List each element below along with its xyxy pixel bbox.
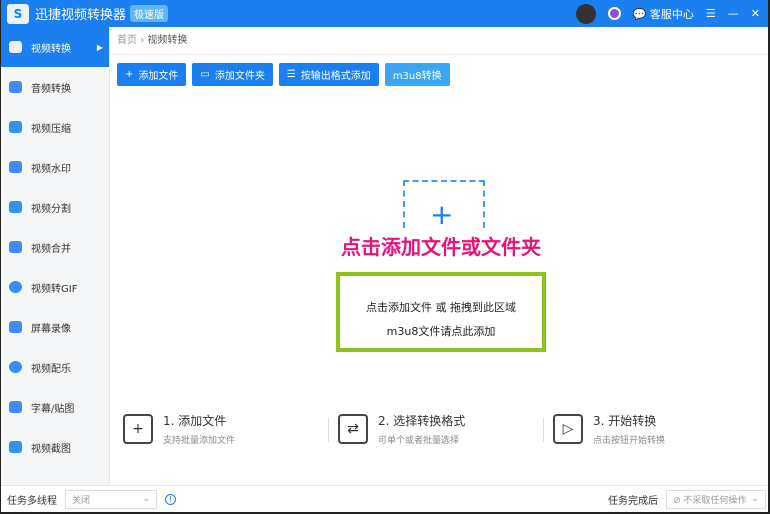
m3u8-convert-button[interactable]: m3u8转换 bbox=[384, 63, 450, 86]
add-file-button[interactable]: + 添加文件 bbox=[117, 63, 187, 86]
list-icon: ☰ bbox=[286, 69, 296, 80]
step-desc: 支持批量添加文件 bbox=[163, 436, 236, 446]
drop-hint-line1: 点击添加文件 或 拖拽到此区域 bbox=[366, 301, 516, 314]
split-icon bbox=[9, 201, 22, 213]
sidebar-item-label: 屏幕录像 bbox=[31, 323, 71, 335]
sidebar-item-label: 视频分割 bbox=[31, 203, 71, 215]
sidebar-item-label: 视频水印 bbox=[31, 163, 71, 175]
avatar[interactable] bbox=[575, 3, 596, 24]
sidebar-item-video-to-gif[interactable]: 视频转GIF bbox=[1, 267, 109, 307]
sidebar-item-label: 字幕/贴图 bbox=[31, 403, 75, 415]
music-icon bbox=[9, 361, 22, 373]
sidebar-item-label: 视频合并 bbox=[31, 243, 71, 255]
sidebar-item-video-merge[interactable]: 视频合并 bbox=[1, 227, 109, 267]
subtitle-icon bbox=[9, 401, 22, 413]
step-add-file: +1. 添加文件支持批量添加文件 bbox=[123, 412, 338, 446]
add-folder-button[interactable]: ▭ 添加文件夹 bbox=[192, 63, 273, 86]
chevron-down-icon: ⌄ bbox=[142, 494, 150, 504]
sidebar-item-audio-convert[interactable]: 音频转换 bbox=[1, 67, 109, 107]
merge-icon bbox=[9, 241, 22, 253]
sidebar-item-subtitle-sticker[interactable]: 字幕/贴图 bbox=[1, 387, 109, 427]
add-file-label: 添加文件 bbox=[138, 71, 179, 82]
divider bbox=[543, 418, 544, 442]
sidebar-item-label: 音频转换 bbox=[31, 83, 71, 95]
drop-hint-box[interactable]: 点击添加文件 或 拖拽到此区域 m3u8文件请点此添加 bbox=[336, 272, 546, 352]
compress-icon bbox=[9, 121, 22, 133]
breadcrumb-current: 视频转换 bbox=[147, 35, 188, 46]
video-convert-icon bbox=[9, 41, 22, 53]
sidebar-item-video-watermark[interactable]: 视频水印 bbox=[1, 147, 109, 187]
app-title: 迅捷视频转换器 bbox=[35, 8, 127, 23]
step-title: 2. 选择转换格式 bbox=[378, 414, 466, 428]
step-title: 1. 添加文件 bbox=[163, 414, 227, 428]
drop-hint-line2: m3u8文件请点此添加 bbox=[386, 325, 496, 338]
screen-record-icon bbox=[9, 321, 22, 333]
vip-icon[interactable] bbox=[607, 7, 621, 20]
multithread-value: 关闭 bbox=[72, 495, 91, 506]
step-desc: 点击按钮开始转换 bbox=[593, 436, 666, 446]
folder-icon: ▭ bbox=[200, 69, 210, 80]
app-logo-icon: S bbox=[7, 3, 29, 24]
close-button[interactable]: ✕ bbox=[751, 7, 760, 20]
add-by-format-label: 按输出格式添加 bbox=[300, 71, 371, 82]
chevron-down-icon: ⌄ bbox=[751, 494, 759, 504]
sidebar-item-video-convert[interactable]: 视频转换 ▶ bbox=[1, 27, 109, 67]
add-by-format-button[interactable]: ☰ 按输出格式添加 bbox=[278, 63, 379, 86]
sidebar-item-label: 视频配乐 bbox=[31, 363, 71, 375]
steps: +1. 添加文件支持批量添加文件 ⇄ 2. 选择转换格式可单个或者批量选择 ▷ 3.… bbox=[123, 412, 768, 446]
step-title: 3. 开始转换 bbox=[593, 414, 657, 428]
edition-badge: 极速版 bbox=[130, 5, 169, 22]
drop-headline: 点击添加文件或文件夹 bbox=[341, 235, 541, 259]
after-task-label: 任务完成后 bbox=[608, 495, 658, 507]
sidebar: 视频转换 ▶ 音频转换 视频压缩 视频水印 视频分割 视频合并 视频转GIF 屏幕… bbox=[1, 27, 110, 485]
step-desc: 可单个或者批量选择 bbox=[378, 436, 460, 446]
plus-icon: + bbox=[125, 69, 134, 80]
customer-service-label: 客服中心 bbox=[649, 7, 694, 21]
screenshot-icon bbox=[9, 441, 22, 453]
title-bar: S 迅捷视频转换器 极速版 💬 客服中心 ☰ — ✕ bbox=[1, 0, 768, 27]
info-icon[interactable]: ! bbox=[165, 493, 176, 505]
m3u8-label: m3u8转换 bbox=[392, 71, 442, 82]
breadcrumb-separator: › bbox=[140, 35, 145, 46]
sidebar-item-label: 视频压缩 bbox=[31, 123, 71, 135]
multithread-label: 任务多线程 bbox=[7, 495, 57, 507]
watermark-icon bbox=[9, 161, 22, 173]
sidebar-item-video-screenshot[interactable]: 视频截图 bbox=[1, 427, 109, 467]
sidebar-item-label: 视频转换 bbox=[31, 43, 71, 55]
sidebar-item-label: 视频截图 bbox=[31, 443, 71, 455]
after-task-select[interactable]: ⊘ 不采取任何操作 ⌄ bbox=[666, 489, 766, 509]
swap-icon: ⇄ bbox=[338, 414, 368, 444]
sidebar-item-video-split[interactable]: 视频分割 bbox=[1, 187, 109, 227]
step-select-format: ⇄ 2. 选择转换格式可单个或者批量选择 bbox=[328, 412, 553, 446]
sidebar-item-video-music[interactable]: 视频配乐 bbox=[1, 347, 109, 387]
multithread-select[interactable]: 关闭 ⌄ bbox=[65, 489, 157, 509]
add-folder-label: 添加文件夹 bbox=[214, 71, 265, 82]
breadcrumb: 首页 › 视频转换 bbox=[111, 27, 768, 55]
add-file-icon: + bbox=[123, 414, 153, 444]
menu-icon[interactable]: ☰ bbox=[706, 7, 716, 20]
customer-service-button[interactable]: 💬 客服中心 bbox=[633, 6, 694, 22]
minimize-button[interactable]: — bbox=[728, 7, 739, 20]
sidebar-item-label: 视频转GIF bbox=[31, 283, 78, 295]
after-task-value: 不采取任何操作 bbox=[683, 495, 747, 506]
sidebar-item-screen-record[interactable]: 屏幕录像 bbox=[1, 307, 109, 347]
sidebar-item-video-compress[interactable]: 视频压缩 bbox=[1, 107, 109, 147]
ban-icon: ⊘ bbox=[673, 495, 684, 506]
step-start-convert: ▷ 3. 开始转换点击按钮开始转换 bbox=[543, 412, 768, 446]
bottom-bar: 任务多线程 关闭 ⌄ ! 任务完成后 ⊘ 不采取任何操作 ⌄ bbox=[1, 485, 768, 512]
main-panel: 首页 › 视频转换 + 添加文件 ▭ 添加文件夹 ☰ 按输出格式添加 m3u8转换 +… bbox=[111, 27, 768, 485]
breadcrumb-home[interactable]: 首页 bbox=[117, 35, 137, 46]
app-window: S 迅捷视频转换器 极速版 💬 客服中心 ☰ — ✕ 视频转换 ▶ 音频转换 视频… bbox=[1, 0, 768, 512]
clapperboard-icon: ▷ bbox=[553, 414, 583, 444]
chevron-right-icon: ▶ bbox=[96, 42, 103, 52]
divider bbox=[328, 418, 329, 442]
audio-icon bbox=[9, 81, 22, 93]
gif-icon bbox=[9, 281, 22, 293]
add-plus-icon[interactable]: + bbox=[430, 201, 453, 229]
